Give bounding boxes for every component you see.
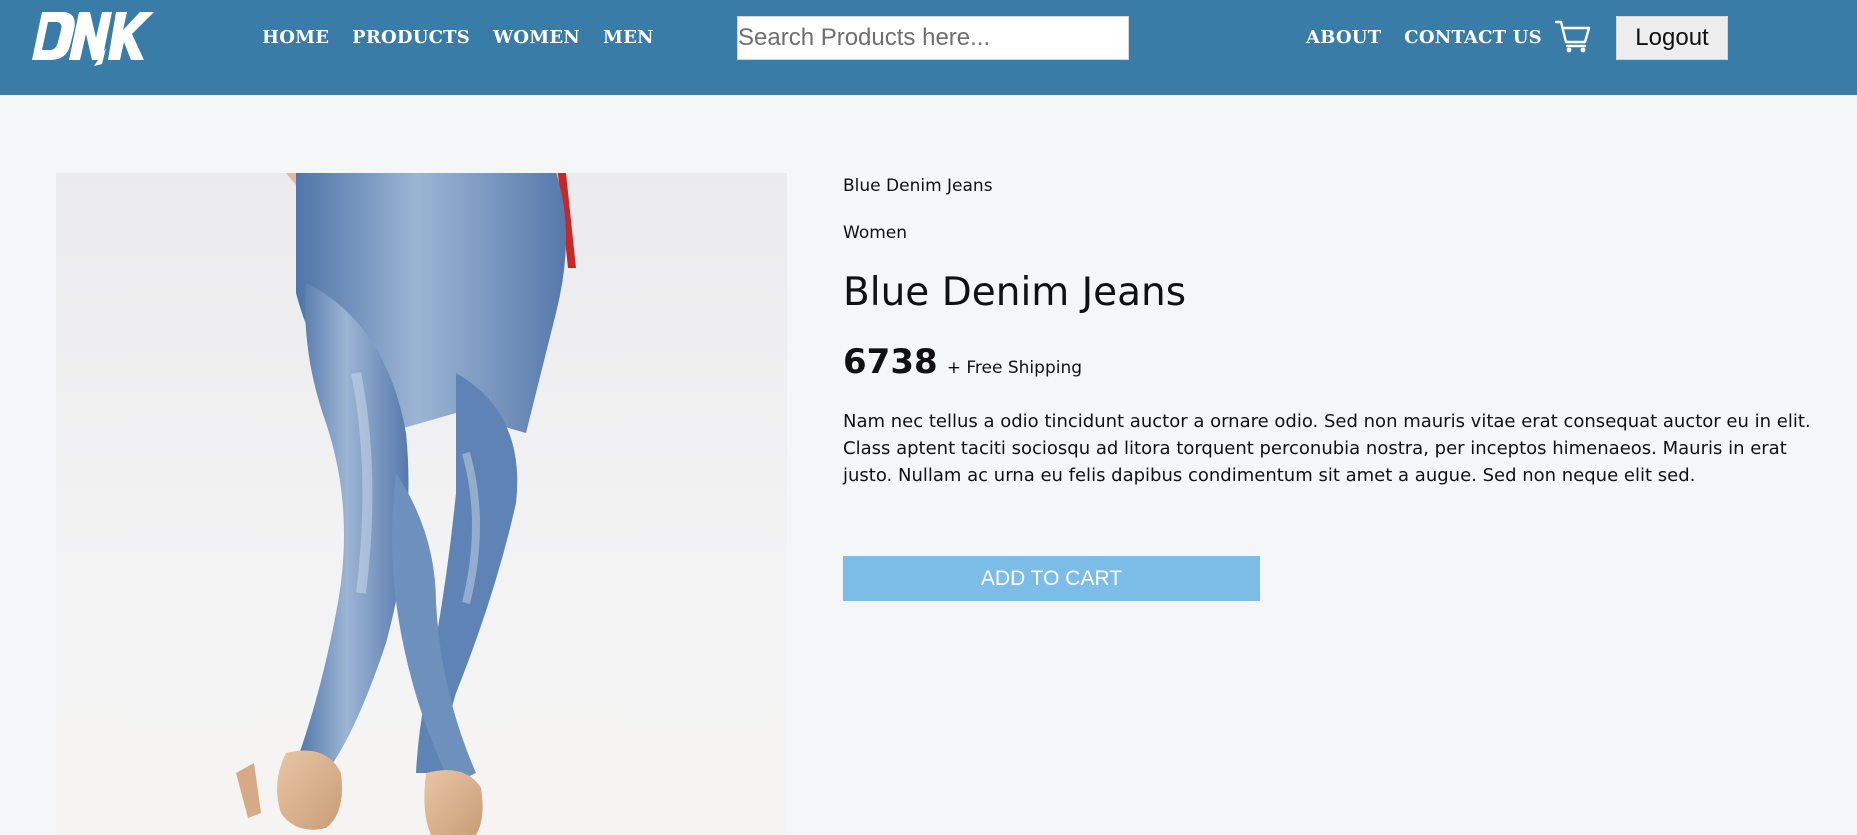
nav-link-about[interactable]: ABOUT bbox=[1306, 27, 1381, 48]
nav-link-men[interactable]: MEN bbox=[603, 27, 654, 48]
shipping-note: + Free Shipping bbox=[946, 358, 1083, 378]
logout-button[interactable]: Logout bbox=[1616, 16, 1728, 60]
price-row: 6738 + Free Shipping bbox=[843, 342, 1082, 382]
nav-link-products[interactable]: PRODUCTS bbox=[352, 27, 470, 48]
nav-link-home[interactable]: HOME bbox=[262, 27, 329, 48]
cart-icon[interactable] bbox=[1554, 18, 1592, 54]
logo-icon[interactable] bbox=[32, 8, 157, 68]
nav-link-women[interactable]: WOMEN bbox=[493, 27, 580, 48]
product-image bbox=[56, 173, 787, 835]
top-navbar: HOME PRODUCTS WOMEN MEN ABOUT CONTACT US… bbox=[0, 0, 1857, 95]
add-to-cart-button[interactable]: ADD TO CART bbox=[843, 556, 1260, 601]
jeans-photo bbox=[236, 173, 576, 835]
secondary-nav: ABOUT CONTACT US bbox=[1306, 27, 1542, 48]
product-title: Blue Denim Jeans bbox=[843, 270, 1187, 315]
product-category[interactable]: Women bbox=[843, 223, 907, 243]
product-breadcrumb-name: Blue Denim Jeans bbox=[843, 176, 993, 196]
search-input[interactable] bbox=[737, 16, 1129, 60]
product-description: Nam nec tellus a odio tincidunt auctor a… bbox=[843, 411, 1811, 486]
main-nav: HOME PRODUCTS WOMEN MEN bbox=[262, 27, 654, 48]
nav-link-contact-us[interactable]: CONTACT US bbox=[1404, 27, 1542, 48]
product-price: 6738 bbox=[843, 342, 938, 382]
